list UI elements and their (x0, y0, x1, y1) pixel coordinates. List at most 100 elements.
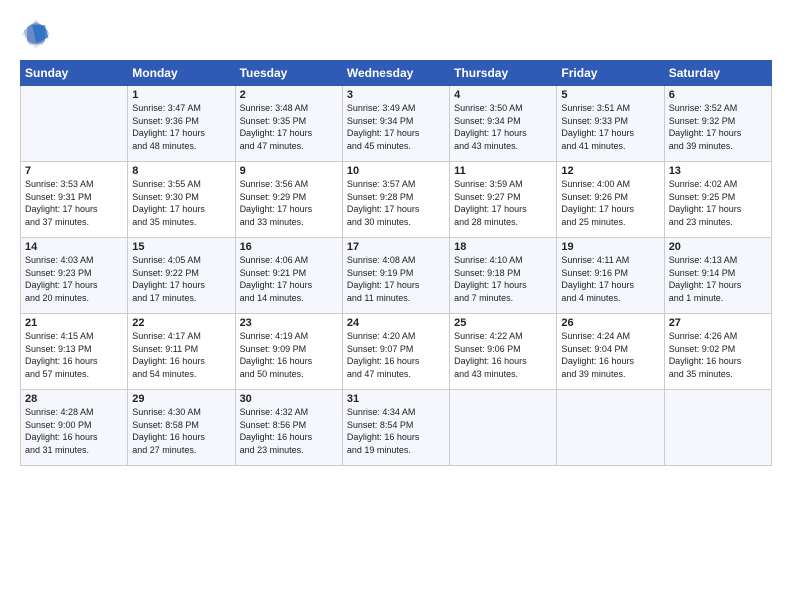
week-row-4: 28Sunrise: 4:28 AM Sunset: 9:00 PM Dayli… (21, 390, 772, 466)
day-info: Sunrise: 4:00 AM Sunset: 9:26 PM Dayligh… (561, 178, 659, 228)
day-info: Sunrise: 4:30 AM Sunset: 8:58 PM Dayligh… (132, 406, 230, 456)
calendar-cell: 27Sunrise: 4:26 AM Sunset: 9:02 PM Dayli… (664, 314, 771, 390)
day-number: 26 (561, 317, 659, 329)
calendar-cell: 7Sunrise: 3:53 AM Sunset: 9:31 PM Daylig… (21, 162, 128, 238)
day-number: 30 (240, 393, 338, 405)
calendar-cell: 28Sunrise: 4:28 AM Sunset: 9:00 PM Dayli… (21, 390, 128, 466)
weekday-header-sunday: Sunday (21, 61, 128, 86)
day-info: Sunrise: 4:32 AM Sunset: 8:56 PM Dayligh… (240, 406, 338, 456)
day-info: Sunrise: 4:15 AM Sunset: 9:13 PM Dayligh… (25, 330, 123, 380)
day-info: Sunrise: 4:19 AM Sunset: 9:09 PM Dayligh… (240, 330, 338, 380)
day-info: Sunrise: 4:13 AM Sunset: 9:14 PM Dayligh… (669, 254, 767, 304)
week-row-2: 14Sunrise: 4:03 AM Sunset: 9:23 PM Dayli… (21, 238, 772, 314)
header (20, 18, 772, 50)
calendar-cell: 22Sunrise: 4:17 AM Sunset: 9:11 PM Dayli… (128, 314, 235, 390)
calendar-cell: 18Sunrise: 4:10 AM Sunset: 9:18 PM Dayli… (450, 238, 557, 314)
day-number: 7 (25, 165, 123, 177)
calendar-cell: 4Sunrise: 3:50 AM Sunset: 9:34 PM Daylig… (450, 86, 557, 162)
day-number: 12 (561, 165, 659, 177)
day-info: Sunrise: 4:17 AM Sunset: 9:11 PM Dayligh… (132, 330, 230, 380)
day-number: 22 (132, 317, 230, 329)
day-info: Sunrise: 3:49 AM Sunset: 9:34 PM Dayligh… (347, 102, 445, 152)
calendar-cell: 15Sunrise: 4:05 AM Sunset: 9:22 PM Dayli… (128, 238, 235, 314)
calendar-cell: 19Sunrise: 4:11 AM Sunset: 9:16 PM Dayli… (557, 238, 664, 314)
day-number: 17 (347, 241, 445, 253)
day-number: 29 (132, 393, 230, 405)
day-number: 1 (132, 89, 230, 101)
day-info: Sunrise: 3:47 AM Sunset: 9:36 PM Dayligh… (132, 102, 230, 152)
calendar-cell: 14Sunrise: 4:03 AM Sunset: 9:23 PM Dayli… (21, 238, 128, 314)
day-number: 15 (132, 241, 230, 253)
day-info: Sunrise: 4:11 AM Sunset: 9:16 PM Dayligh… (561, 254, 659, 304)
calendar-cell: 9Sunrise: 3:56 AM Sunset: 9:29 PM Daylig… (235, 162, 342, 238)
week-row-3: 21Sunrise: 4:15 AM Sunset: 9:13 PM Dayli… (21, 314, 772, 390)
calendar-cell: 3Sunrise: 3:49 AM Sunset: 9:34 PM Daylig… (342, 86, 449, 162)
day-number: 19 (561, 241, 659, 253)
day-info: Sunrise: 3:55 AM Sunset: 9:30 PM Dayligh… (132, 178, 230, 228)
day-info: Sunrise: 3:53 AM Sunset: 9:31 PM Dayligh… (25, 178, 123, 228)
day-info: Sunrise: 4:10 AM Sunset: 9:18 PM Dayligh… (454, 254, 552, 304)
calendar-cell: 2Sunrise: 3:48 AM Sunset: 9:35 PM Daylig… (235, 86, 342, 162)
day-number: 8 (132, 165, 230, 177)
logo (20, 18, 56, 50)
day-info: Sunrise: 3:52 AM Sunset: 9:32 PM Dayligh… (669, 102, 767, 152)
day-info: Sunrise: 4:20 AM Sunset: 9:07 PM Dayligh… (347, 330, 445, 380)
calendar-cell: 20Sunrise: 4:13 AM Sunset: 9:14 PM Dayli… (664, 238, 771, 314)
day-info: Sunrise: 4:06 AM Sunset: 9:21 PM Dayligh… (240, 254, 338, 304)
weekday-header-row: SundayMondayTuesdayWednesdayThursdayFrid… (21, 61, 772, 86)
logo-icon (20, 18, 52, 50)
day-info: Sunrise: 4:28 AM Sunset: 9:00 PM Dayligh… (25, 406, 123, 456)
day-info: Sunrise: 3:50 AM Sunset: 9:34 PM Dayligh… (454, 102, 552, 152)
day-info: Sunrise: 4:24 AM Sunset: 9:04 PM Dayligh… (561, 330, 659, 380)
weekday-header-monday: Monday (128, 61, 235, 86)
day-number: 5 (561, 89, 659, 101)
calendar-cell: 11Sunrise: 3:59 AM Sunset: 9:27 PM Dayli… (450, 162, 557, 238)
day-number: 23 (240, 317, 338, 329)
calendar-cell: 10Sunrise: 3:57 AM Sunset: 9:28 PM Dayli… (342, 162, 449, 238)
day-info: Sunrise: 3:51 AM Sunset: 9:33 PM Dayligh… (561, 102, 659, 152)
day-info: Sunrise: 4:02 AM Sunset: 9:25 PM Dayligh… (669, 178, 767, 228)
day-number: 24 (347, 317, 445, 329)
day-number: 3 (347, 89, 445, 101)
day-info: Sunrise: 4:26 AM Sunset: 9:02 PM Dayligh… (669, 330, 767, 380)
day-number: 28 (25, 393, 123, 405)
calendar-cell: 8Sunrise: 3:55 AM Sunset: 9:30 PM Daylig… (128, 162, 235, 238)
day-number: 10 (347, 165, 445, 177)
day-number: 14 (25, 241, 123, 253)
calendar-cell: 30Sunrise: 4:32 AM Sunset: 8:56 PM Dayli… (235, 390, 342, 466)
day-number: 9 (240, 165, 338, 177)
day-info: Sunrise: 4:34 AM Sunset: 8:54 PM Dayligh… (347, 406, 445, 456)
calendar-cell: 25Sunrise: 4:22 AM Sunset: 9:06 PM Dayli… (450, 314, 557, 390)
day-info: Sunrise: 3:59 AM Sunset: 9:27 PM Dayligh… (454, 178, 552, 228)
day-number: 13 (669, 165, 767, 177)
calendar-cell: 1Sunrise: 3:47 AM Sunset: 9:36 PM Daylig… (128, 86, 235, 162)
day-number: 18 (454, 241, 552, 253)
day-info: Sunrise: 3:48 AM Sunset: 9:35 PM Dayligh… (240, 102, 338, 152)
weekday-header-saturday: Saturday (664, 61, 771, 86)
day-number: 27 (669, 317, 767, 329)
weekday-header-wednesday: Wednesday (342, 61, 449, 86)
calendar-cell: 17Sunrise: 4:08 AM Sunset: 9:19 PM Dayli… (342, 238, 449, 314)
day-number: 2 (240, 89, 338, 101)
calendar-cell: 16Sunrise: 4:06 AM Sunset: 9:21 PM Dayli… (235, 238, 342, 314)
calendar-cell: 26Sunrise: 4:24 AM Sunset: 9:04 PM Dayli… (557, 314, 664, 390)
day-info: Sunrise: 3:56 AM Sunset: 9:29 PM Dayligh… (240, 178, 338, 228)
week-row-1: 7Sunrise: 3:53 AM Sunset: 9:31 PM Daylig… (21, 162, 772, 238)
calendar-cell (664, 390, 771, 466)
calendar-cell: 29Sunrise: 4:30 AM Sunset: 8:58 PM Dayli… (128, 390, 235, 466)
calendar-cell: 31Sunrise: 4:34 AM Sunset: 8:54 PM Dayli… (342, 390, 449, 466)
calendar-cell (21, 86, 128, 162)
calendar-cell: 6Sunrise: 3:52 AM Sunset: 9:32 PM Daylig… (664, 86, 771, 162)
day-info: Sunrise: 4:03 AM Sunset: 9:23 PM Dayligh… (25, 254, 123, 304)
day-number: 20 (669, 241, 767, 253)
calendar-cell: 23Sunrise: 4:19 AM Sunset: 9:09 PM Dayli… (235, 314, 342, 390)
page: SundayMondayTuesdayWednesdayThursdayFrid… (0, 0, 792, 612)
calendar-cell (450, 390, 557, 466)
day-info: Sunrise: 4:05 AM Sunset: 9:22 PM Dayligh… (132, 254, 230, 304)
day-number: 4 (454, 89, 552, 101)
day-number: 25 (454, 317, 552, 329)
day-number: 6 (669, 89, 767, 101)
week-row-0: 1Sunrise: 3:47 AM Sunset: 9:36 PM Daylig… (21, 86, 772, 162)
calendar-cell: 13Sunrise: 4:02 AM Sunset: 9:25 PM Dayli… (664, 162, 771, 238)
day-info: Sunrise: 3:57 AM Sunset: 9:28 PM Dayligh… (347, 178, 445, 228)
